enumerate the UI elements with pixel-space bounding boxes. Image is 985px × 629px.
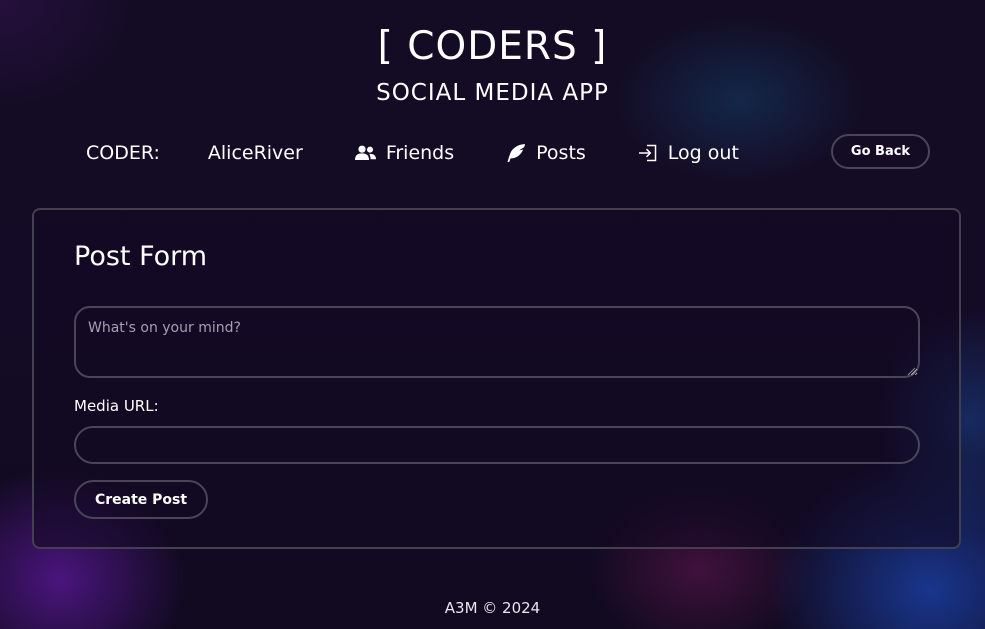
nav-link-posts[interactable]: Posts	[506, 142, 586, 164]
nav-link-friends[interactable]: Friends	[354, 142, 455, 164]
footer-copyright: A3M © 2024	[444, 599, 541, 617]
main-nav: CODER: AliceRiver Friends Posts Log out	[86, 138, 739, 168]
nav-link-label: Posts	[536, 142, 586, 164]
create-post-button[interactable]: Create Post	[74, 480, 208, 519]
post-content-textarea[interactable]	[74, 306, 920, 378]
users-icon	[354, 145, 376, 160]
feather-icon	[507, 144, 526, 162]
nav-link-label: Friends	[385, 142, 455, 164]
nav-link-logout[interactable]: Log out	[638, 142, 739, 164]
media-url-input[interactable]	[74, 426, 920, 464]
nav-link-label: Log out	[667, 142, 739, 164]
coder-label: CODER:	[86, 142, 160, 164]
resize-handle-icon[interactable]	[906, 366, 916, 376]
username: AliceRiver	[207, 142, 303, 164]
log-in-icon	[638, 144, 657, 162]
go-back-button[interactable]: Go Back	[831, 134, 930, 169]
post-form-title: Post Form	[74, 241, 208, 272]
post-form-card: Post Form Media URL: Create Post	[32, 208, 961, 549]
app-subtitle: SOCIAL MEDIA APP	[376, 80, 609, 106]
media-url-label: Media URL:	[74, 397, 159, 415]
app-title: [ CODERS ]	[377, 24, 608, 69]
